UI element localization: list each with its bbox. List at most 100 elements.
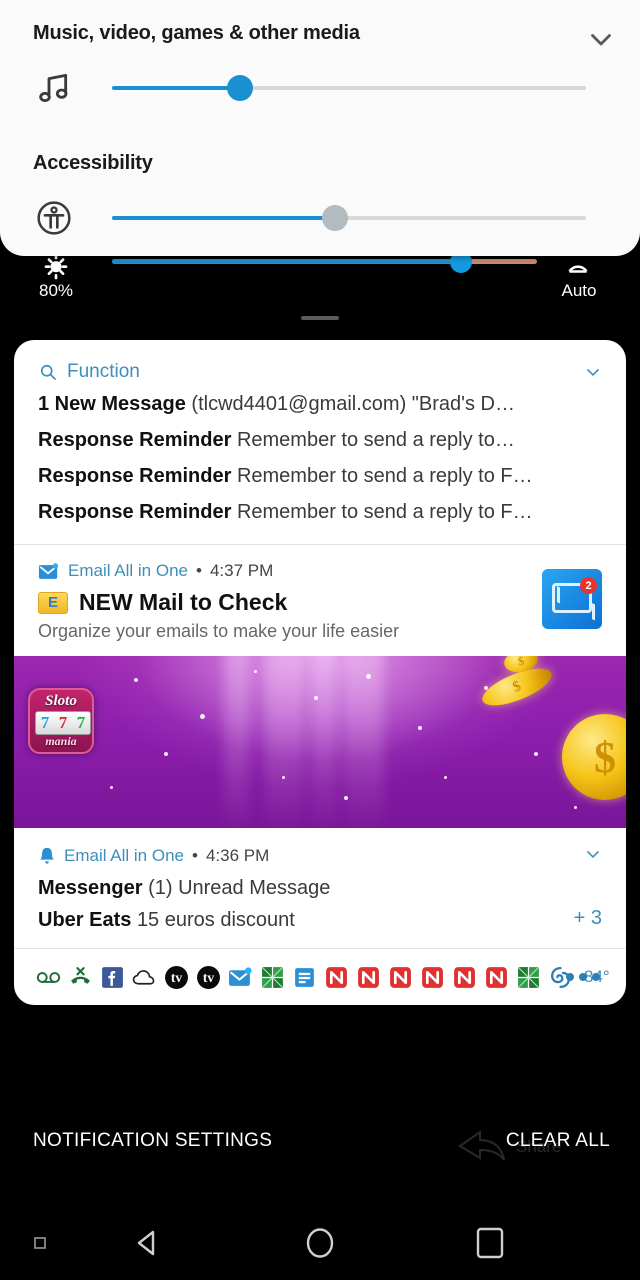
- ad-banner-sloto-mania[interactable]: Sloto 7 7 7 mania $ $ $: [14, 656, 626, 828]
- missed-call-icon[interactable]: [68, 965, 93, 990]
- notification-group-messages[interactable]: Email All in One • 4:36 PM Messenger (1)…: [14, 828, 626, 948]
- more-notifications-count[interactable]: + 3: [574, 907, 602, 930]
- news-n-icon[interactable]: [452, 965, 477, 990]
- dot-indicator-icon[interactable]: [32, 1235, 48, 1251]
- reel-digit: 7: [76, 713, 86, 732]
- shade-drag-handle[interactable]: [301, 316, 339, 320]
- accessibility-slider-thumb[interactable]: [321, 205, 348, 231]
- accessibility-title: Accessibility: [33, 152, 153, 174]
- mail-icon[interactable]: [228, 965, 253, 990]
- accessibility-icon: [30, 198, 78, 238]
- media-volume-title: Music, video, games & other media: [33, 22, 360, 44]
- notification-actions: NOTIFICATION SETTINGS CLEAR ALL Share: [0, 1122, 640, 1168]
- notification-message-row[interactable]: Response Reminder Remember to send a rep…: [14, 422, 626, 458]
- message-title: Messenger: [38, 877, 143, 899]
- media-volume-slider[interactable]: [112, 75, 586, 101]
- message-body: Remember to send a reply to…: [236, 429, 515, 451]
- message-body: Remember to send a reply to F…: [236, 501, 533, 523]
- message-body: (tlcwd4401@gmail.com) "Brad's D…: [191, 393, 515, 415]
- notification-message-row[interactable]: Response Reminder Remember to send a rep…: [14, 494, 626, 530]
- accessibility-slider-row[interactable]: [0, 198, 640, 238]
- news-n-icon[interactable]: [484, 965, 509, 990]
- notification-message-row[interactable]: Messenger (1) Unread Message: [38, 877, 602, 900]
- notification-email-all-in-one[interactable]: Email All in One • 4:37 PM E NEW Mail to…: [14, 545, 626, 656]
- message-body: (1) Unread Message: [148, 877, 331, 899]
- voicemail-icon[interactable]: [36, 965, 61, 990]
- sloto-logo-bottom: mania: [45, 734, 77, 748]
- back-icon[interactable]: [128, 1223, 168, 1263]
- notification-message-row[interactable]: Uber Eats 15 euros discount: [38, 909, 602, 932]
- tv-icon[interactable]: tv: [196, 965, 221, 990]
- chevron-down-icon[interactable]: [584, 22, 618, 56]
- coin-graphic: $: [562, 714, 626, 800]
- notification-message-row[interactable]: Response Reminder Remember to send a rep…: [14, 458, 626, 494]
- cloud-icon[interactable]: [132, 965, 157, 990]
- news-n-icon[interactable]: [420, 965, 445, 990]
- accessibility-slider-fill: [112, 216, 335, 220]
- notification-message-row[interactable]: 1 New Message (tlcwd4401@gmail.com) "Bra…: [14, 386, 626, 422]
- home-icon[interactable]: [298, 1221, 342, 1265]
- separator-dot: •: [192, 846, 198, 865]
- message-group-header: Email All in One • 4:36 PM: [38, 844, 602, 868]
- message-body: Remember to send a reply to F…: [236, 465, 533, 487]
- bell-icon: [38, 846, 56, 866]
- auto-brightness-label: Auto: [561, 281, 597, 300]
- notification-settings-button[interactable]: NOTIFICATION SETTINGS: [33, 1130, 272, 1152]
- sloto-mania-icon: Sloto 7 7 7 mania: [28, 688, 94, 754]
- status-icon-tray: tv tv: [14, 949, 626, 1005]
- green-grid-icon[interactable]: [260, 965, 285, 990]
- facebook-icon[interactable]: [100, 965, 125, 990]
- svg-text:tv: tv: [171, 970, 183, 985]
- email-timestamp: 4:37 PM: [209, 561, 274, 580]
- blue-document-icon[interactable]: [292, 965, 317, 990]
- separator-dot: •: [196, 561, 202, 580]
- music-note-icon: [30, 68, 78, 108]
- sloto-logo-reels: 7 7 7: [35, 711, 91, 735]
- news-n-icon[interactable]: [324, 965, 349, 990]
- email-badge-icon: E: [38, 591, 68, 614]
- message-title: Response Reminder: [38, 501, 232, 523]
- email-title: NEW Mail to Check: [79, 589, 288, 615]
- message-group-app-name: Email All in One: [64, 846, 184, 865]
- clear-all-button[interactable]: CLEAR ALL: [506, 1130, 610, 1152]
- more-dots-icon[interactable]: [566, 973, 600, 981]
- function-group-header[interactable]: Function: [14, 358, 626, 386]
- reel-digit: 7: [40, 713, 50, 732]
- news-n-icon[interactable]: [356, 965, 381, 990]
- notification-card: Function 1 New Message (tlcwd4401@gmail.…: [14, 340, 626, 1005]
- sloto-logo-top: Sloto: [45, 693, 77, 709]
- unread-count-badge: 2: [580, 577, 597, 594]
- chevron-down-icon[interactable]: [582, 362, 604, 382]
- recents-icon[interactable]: [470, 1223, 510, 1263]
- notification-shade-screen: 80% Auto Music, video, games & other med…: [0, 0, 640, 1280]
- email-app-name: Email All in One: [68, 561, 188, 580]
- message-title: Response Reminder: [38, 465, 232, 487]
- brightness-percent-label: 80%: [38, 281, 74, 300]
- message-body: 15 euros discount: [136, 909, 295, 931]
- message-title: Response Reminder: [38, 429, 232, 451]
- envelope-icon[interactable]: 2: [542, 569, 602, 629]
- message-group-timestamp: 4:36 PM: [205, 846, 270, 865]
- mail-app-icon: [38, 562, 60, 581]
- media-slider-thumb[interactable]: [226, 75, 253, 101]
- search-icon: [38, 362, 58, 382]
- brightness-slider-fill: [112, 259, 461, 264]
- message-title: 1 New Message: [38, 393, 186, 415]
- brightness-slider[interactable]: [112, 250, 537, 273]
- volume-panel: Music, video, games & other media Access…: [0, 0, 640, 256]
- reel-digit: 7: [58, 713, 68, 732]
- function-group-label: Function: [67, 361, 140, 382]
- message-title: Uber Eats: [38, 909, 132, 931]
- brightness-control[interactable]: 80% Auto: [0, 248, 640, 318]
- notification-group-function[interactable]: Function 1 New Message (tlcwd4401@gmail.…: [14, 340, 626, 544]
- green-grid-icon[interactable]: [516, 965, 541, 990]
- tv-icon[interactable]: tv: [164, 965, 189, 990]
- email-title-row: E NEW Mail to Check: [38, 589, 602, 616]
- news-n-icon[interactable]: [388, 965, 413, 990]
- media-slider-fill: [112, 86, 240, 90]
- svg-text:tv: tv: [203, 970, 215, 985]
- chevron-down-icon[interactable]: [582, 844, 604, 864]
- media-volume-slider-row[interactable]: [0, 68, 640, 108]
- android-navigation-bar: [0, 1205, 640, 1280]
- accessibility-slider[interactable]: [112, 205, 586, 231]
